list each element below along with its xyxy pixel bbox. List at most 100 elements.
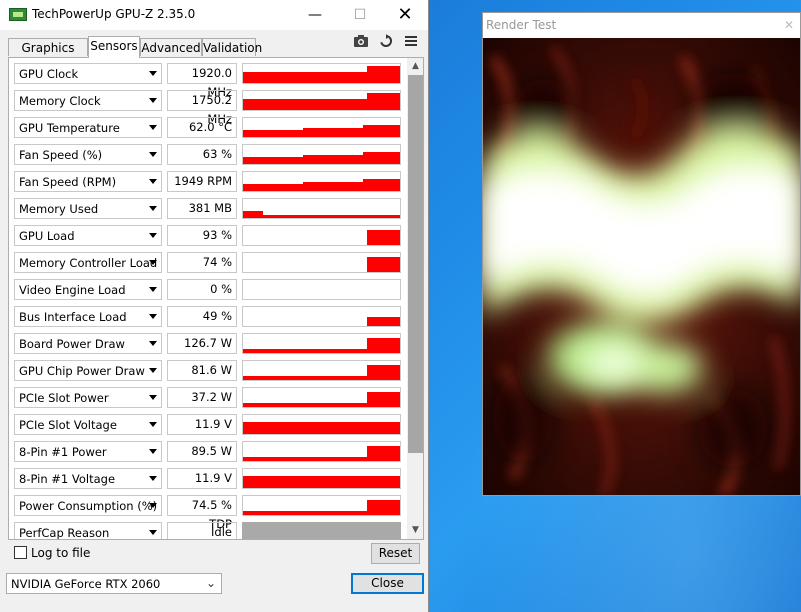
graph-bar: [363, 125, 400, 137]
sensor-row: 8-Pin #1 Power 89.5 W: [14, 441, 407, 462]
graph-bar: [243, 211, 263, 218]
sensor-value: 93 %: [167, 225, 237, 246]
graph-bar: [303, 128, 363, 137]
graph-bar: [243, 457, 367, 461]
sensor-name-dropdown[interactable]: GPU Chip Power Draw: [14, 360, 162, 381]
tab-graphics-card[interactable]: Graphics Card: [8, 38, 88, 73]
title-bar[interactable]: TechPowerUp GPU-Z 2.35.0 — ☐ ✕: [0, 0, 428, 30]
scroll-down-icon[interactable]: ▼: [407, 522, 423, 539]
sensor-value: 74 %: [167, 252, 237, 273]
sensor-graph: [242, 63, 401, 84]
sensor-name-dropdown[interactable]: Fan Speed (RPM): [14, 171, 162, 192]
sensor-value: 1750.2 MHz: [167, 90, 237, 126]
dropdown-arrow-icon: [149, 71, 157, 76]
sensor-name: GPU Temperature: [19, 121, 120, 135]
sensor-name-dropdown[interactable]: Board Power Draw: [14, 333, 162, 354]
refresh-icon[interactable]: [377, 34, 395, 50]
dropdown-arrow-icon: [149, 98, 157, 103]
graph-bar: [243, 511, 367, 515]
scroll-up-icon[interactable]: ▲: [407, 58, 423, 75]
render-test-close-button[interactable]: ✕: [778, 13, 800, 37]
sensor-graph: [242, 279, 401, 300]
tab-advanced[interactable]: Advanced: [140, 38, 202, 56]
sensor-graph: [242, 144, 401, 165]
sensor-name-dropdown[interactable]: Memory Used: [14, 198, 162, 219]
dropdown-arrow-icon: [149, 395, 157, 400]
dropdown-arrow-icon: [149, 287, 157, 292]
sensor-row: Memory Used 381 MB: [14, 198, 407, 219]
sensor-row: GPU Temperature 62.0 °C: [14, 117, 407, 138]
graph-bar: [367, 230, 400, 245]
sensor-name-dropdown[interactable]: PCIe Slot Power: [14, 387, 162, 408]
sensor-name-dropdown[interactable]: Memory Controller Load: [14, 252, 162, 273]
dropdown-arrow-icon: [149, 206, 157, 211]
sensor-graph: [242, 414, 401, 435]
sensor-name: Power Consumption (%): [19, 499, 158, 513]
graph-bar: [263, 215, 400, 218]
sensor-name-dropdown[interactable]: Bus Interface Load: [14, 306, 162, 327]
sensor-value: 126.7 W: [167, 333, 237, 354]
sensor-name-dropdown[interactable]: Fan Speed (%): [14, 144, 162, 165]
tab-sensors[interactable]: Sensors: [88, 36, 140, 58]
sensor-name: Bus Interface Load: [19, 310, 127, 324]
minimize-button[interactable]: —: [292, 0, 338, 30]
reset-button[interactable]: Reset: [371, 543, 420, 564]
chevron-down-icon: ⌄: [205, 576, 216, 590]
graph-bar: [243, 130, 303, 137]
gpuz-window: TechPowerUp GPU-Z 2.35.0 — ☐ ✕ Graphics …: [0, 0, 429, 612]
sensor-graph: [242, 225, 401, 246]
sensor-name-dropdown[interactable]: 8-Pin #1 Power: [14, 441, 162, 462]
sensor-value: 381 MB: [167, 198, 237, 219]
sensor-row: Fan Speed (RPM) 1949 RPM: [14, 171, 407, 192]
sensor-value: 89.5 W: [167, 441, 237, 462]
sensor-row: GPU Chip Power Draw 81.6 W: [14, 360, 407, 381]
sensor-name-dropdown[interactable]: Memory Clock: [14, 90, 162, 111]
sensor-value: Idle: [167, 522, 237, 539]
sensor-name-dropdown[interactable]: GPU Load: [14, 225, 162, 246]
sensor-name-dropdown[interactable]: Video Engine Load: [14, 279, 162, 300]
dropdown-arrow-icon: [149, 449, 157, 454]
dropdown-arrow-icon: [149, 125, 157, 130]
dropdown-arrow-icon: [149, 341, 157, 346]
sensor-name-dropdown[interactable]: GPU Clock: [14, 63, 162, 84]
dropdown-arrow-icon: [149, 422, 157, 427]
dropdown-arrow-icon: [149, 152, 157, 157]
tab-validation[interactable]: Validation: [202, 38, 262, 56]
sensor-name: Memory Clock: [19, 94, 101, 108]
sensor-row: Memory Controller Load 74 %: [14, 252, 407, 273]
sensor-name-dropdown[interactable]: PerfCap Reason: [14, 522, 162, 539]
close-button[interactable]: Close: [351, 573, 424, 594]
sensor-name-dropdown[interactable]: 8-Pin #1 Voltage: [14, 468, 162, 489]
sensor-name-dropdown[interactable]: Power Consumption (%): [14, 495, 162, 516]
graph-bar: [363, 152, 400, 164]
graph-bar: [303, 182, 363, 191]
graph-bar: [243, 349, 367, 353]
sensor-value: 49 %: [167, 306, 237, 327]
sensor-name: Memory Used: [19, 202, 99, 216]
camera-icon[interactable]: [352, 34, 370, 50]
sensor-name-dropdown[interactable]: PCIe Slot Voltage: [14, 414, 162, 435]
sensor-name: 8-Pin #1 Power: [19, 445, 107, 459]
log-to-file-checkbox[interactable]: [14, 546, 27, 559]
close-window-button[interactable]: ✕: [382, 0, 428, 30]
sensor-name: GPU Chip Power Draw: [19, 364, 145, 378]
sensor-name: 8-Pin #1 Voltage: [19, 472, 116, 486]
sensor-row: Power Consumption (%) 74.5 % TDP: [14, 495, 407, 531]
sensors-scrollbar[interactable]: ▲ ▼: [407, 58, 423, 539]
maximize-button[interactable]: ☐: [337, 0, 383, 30]
sensor-graph: [242, 441, 401, 462]
menu-icon[interactable]: [402, 34, 420, 50]
sensor-value: 11.9 V: [167, 414, 237, 435]
sensor-value: 0 %: [167, 279, 237, 300]
sensor-value: 81.6 W: [167, 360, 237, 381]
graph-bar: [243, 422, 400, 434]
gpu-selector[interactable]: NVIDIA GeForce RTX 2060 ⌄: [6, 573, 222, 594]
dropdown-arrow-icon: [149, 368, 157, 373]
sensors-panel: GPU Clock 1920.0 MHz Memory Clock 1750.2 MH…: [8, 57, 424, 540]
scroll-thumb[interactable]: [408, 75, 423, 453]
sensor-row: Memory Clock 1750.2 MHz: [14, 90, 407, 126]
sensor-name-dropdown[interactable]: GPU Temperature: [14, 117, 162, 138]
sensor-value: 1949 RPM: [167, 171, 237, 192]
graph-bar: [367, 93, 400, 110]
dropdown-arrow-icon: [149, 503, 157, 508]
